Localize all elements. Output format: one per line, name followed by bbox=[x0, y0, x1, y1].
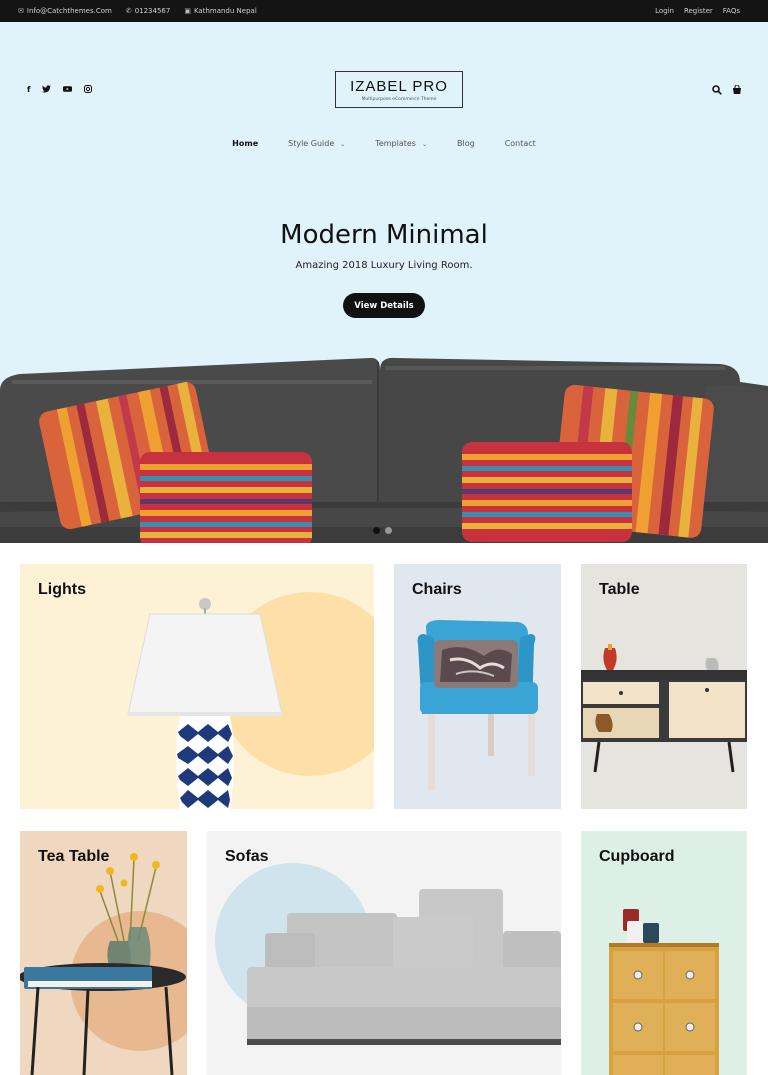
tea-table-image bbox=[20, 853, 187, 1075]
social-links: f bbox=[27, 85, 93, 95]
category-label: Lights bbox=[38, 581, 86, 598]
category-label: Sofas bbox=[225, 848, 269, 865]
hero-title: Modern Minimal bbox=[280, 220, 488, 250]
instagram-icon[interactable] bbox=[84, 85, 93, 95]
nav-home[interactable]: Home bbox=[232, 139, 258, 148]
hero-section: f IZABEL PRO Multipurpose eCommerce Them… bbox=[0, 22, 768, 543]
chevron-down-icon: ⌄ bbox=[340, 141, 346, 148]
cart-icon[interactable] bbox=[732, 84, 742, 98]
hero-sofa-image bbox=[0, 357, 768, 543]
envelope-icon: ✉ bbox=[18, 7, 24, 15]
top-bar-location: ▣ Kathmandu Nepal bbox=[184, 7, 256, 15]
main-nav: Home Style Guide ⌄ Templates ⌄ Blog Contac… bbox=[0, 139, 768, 148]
category-card-table[interactable]: Table bbox=[581, 564, 747, 809]
login-link[interactable]: Login bbox=[655, 7, 674, 15]
chair-image bbox=[417, 620, 538, 790]
phone-icon: ✆ bbox=[125, 7, 132, 15]
category-card-lights[interactable]: Lights bbox=[20, 564, 374, 809]
nav-style-guide[interactable]: Style Guide ⌄ bbox=[288, 139, 345, 148]
cupboard-image bbox=[609, 909, 719, 1075]
search-icon[interactable] bbox=[712, 85, 722, 98]
slider-dot[interactable] bbox=[385, 527, 392, 534]
sideboard-image bbox=[581, 644, 747, 773]
nav-contact[interactable]: Contact bbox=[505, 139, 536, 148]
facebook-icon[interactable]: f bbox=[27, 85, 30, 95]
lamp-image bbox=[127, 592, 374, 809]
nav-blog[interactable]: Blog bbox=[457, 139, 475, 148]
logo-tagline: Multipurpose eCommerce Theme bbox=[361, 97, 437, 102]
email-text: Info@Catchthemes.Com bbox=[26, 7, 112, 15]
top-bar-email[interactable]: ✉ Info@Catchthemes.Com bbox=[18, 7, 112, 15]
top-bar: ✉ Info@Catchthemes.Com ✆ 01234567 ▣ Kath… bbox=[0, 0, 768, 22]
category-label: Tea Table bbox=[38, 848, 110, 865]
youtube-icon[interactable] bbox=[63, 85, 73, 95]
logo-title: IZABEL PRO bbox=[350, 78, 448, 95]
category-card-tea-table[interactable]: Tea Table bbox=[20, 831, 187, 1075]
category-label: Chairs bbox=[412, 581, 462, 598]
location-text: Kathmandu Nepal bbox=[193, 7, 257, 15]
view-details-button[interactable]: View Details bbox=[343, 293, 425, 318]
category-card-cupboard[interactable]: Cupboard bbox=[581, 831, 747, 1075]
register-link[interactable]: Register bbox=[684, 7, 713, 15]
chevron-down-icon: ⌄ bbox=[421, 141, 427, 148]
category-card-sofas[interactable]: Sofas bbox=[207, 831, 561, 1075]
map-icon: ▣ bbox=[184, 7, 191, 15]
category-card-chairs[interactable]: Chairs bbox=[394, 564, 561, 809]
slider-dots bbox=[373, 527, 392, 534]
nav-templates[interactable]: Templates ⌄ bbox=[375, 139, 427, 148]
slider-dot[interactable] bbox=[373, 527, 380, 534]
hero-subtitle: Amazing 2018 Luxury Living Room. bbox=[295, 260, 473, 271]
site-logo[interactable]: IZABEL PRO Multipurpose eCommerce Theme bbox=[335, 71, 463, 108]
twitter-icon[interactable] bbox=[42, 85, 52, 95]
nav-style-guide-label: Style Guide bbox=[288, 139, 335, 148]
sofa-image bbox=[215, 863, 561, 1045]
category-label: Cupboard bbox=[599, 848, 675, 865]
phone-text: 01234567 bbox=[134, 7, 171, 15]
faqs-link[interactable]: FAQs bbox=[723, 7, 740, 15]
nav-templates-label: Templates bbox=[375, 139, 416, 148]
top-bar-phone[interactable]: ✆ 01234567 bbox=[126, 7, 171, 15]
category-label: Table bbox=[599, 581, 640, 598]
